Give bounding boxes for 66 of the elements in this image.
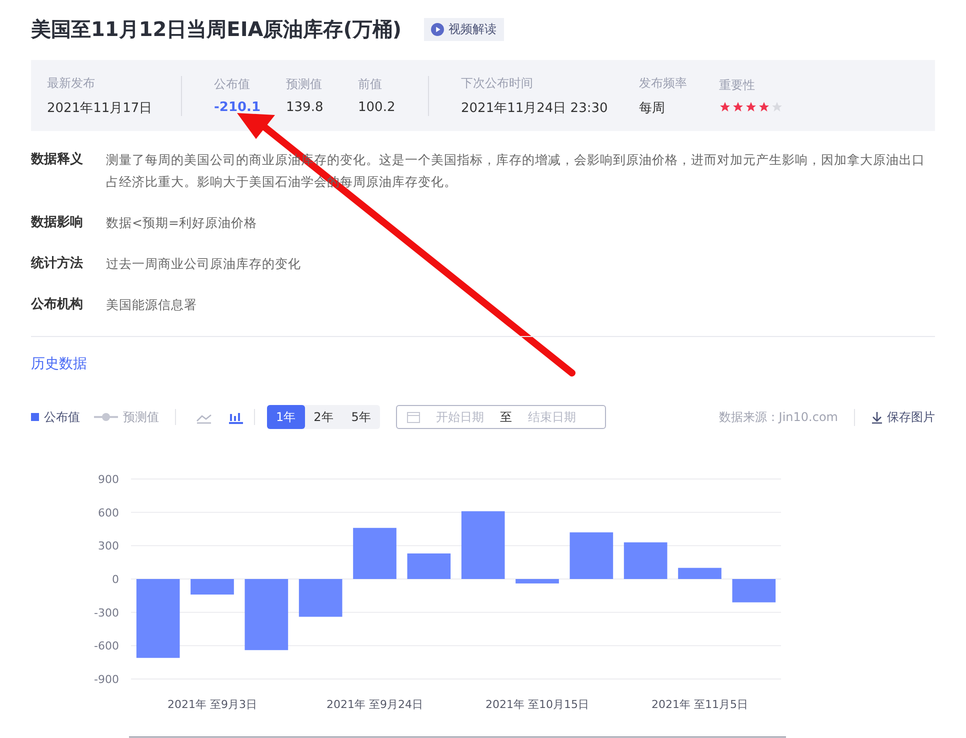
legend-item[interactable]: 公布值 [31, 408, 80, 426]
range-tab[interactable]: 2年 [304, 405, 342, 429]
detail-label: 统计方法 [31, 254, 84, 273]
axis-tick-label: 2021年 至9月24日 [326, 698, 423, 711]
detail-label: 公布机构 [31, 296, 84, 314]
video-button[interactable]: 视频解读 [424, 18, 504, 40]
axis-tick-label: 900 [98, 473, 119, 486]
field-label: 前值 [358, 76, 383, 93]
axis-tick-label: 2021年 至10月15日 [486, 698, 589, 711]
star-icon [719, 100, 731, 112]
star-icon [771, 100, 783, 112]
calendar-icon [406, 411, 420, 423]
axis-tick-label: 300 [98, 540, 119, 553]
star-icon [745, 100, 757, 112]
axis-tick-label: 2021年 至9月3日 [168, 698, 257, 711]
axis-tick-label: -600 [94, 640, 119, 653]
bar-chart-icon [228, 410, 244, 424]
chart-bar [190, 579, 234, 595]
chart-bar [624, 542, 668, 579]
chart-bar [678, 568, 722, 579]
download-icon [871, 410, 883, 424]
chart-bar [407, 553, 451, 579]
save-image-button[interactable]: 保存图片 [854, 408, 935, 426]
star-icon [732, 100, 744, 112]
data-source: 数据来源：Jin10.com [718, 408, 838, 426]
chart-bar [570, 532, 614, 579]
date-range-field[interactable]: 开始日期 至 结束日期 [396, 405, 606, 429]
range-tab[interactable]: 5年 [342, 405, 380, 429]
field-label: 最新发布 [47, 74, 96, 92]
field-value: 139.8 [286, 100, 324, 115]
field-label: 预测值 [286, 76, 323, 93]
start-date-placeholder: 开始日期 [436, 408, 484, 426]
field-value: 2021年11月24日 23:30 [461, 100, 609, 116]
chart-bar [244, 579, 288, 650]
detail-label: 数据影响 [31, 214, 84, 232]
square-icon [31, 413, 39, 421]
detail-text: 美国能源信息署 [106, 296, 197, 314]
field-value: -210.1 [214, 100, 262, 115]
chart-bar [732, 579, 776, 602]
field-value: 每周 [639, 100, 666, 116]
field-label: 公布值 [214, 76, 251, 93]
detail-text: 过去一周商业公司原油库存的变化 [106, 255, 301, 273]
range-tab[interactable]: 1年 [267, 405, 305, 429]
chart-bar [353, 528, 396, 579]
chart-bar [461, 511, 505, 579]
detail-text: 数据<预期=利好原油价格 [106, 214, 257, 232]
axis-tick-label: -300 [94, 606, 119, 620]
end-date-placeholder: 结束日期 [528, 408, 576, 426]
line-dot-icon [94, 413, 118, 421]
play-icon [430, 22, 444, 36]
field-label: 重要性 [719, 76, 756, 94]
history-link[interactable]: 历史数据 [31, 355, 935, 373]
axis-tick-label: 600 [98, 506, 119, 520]
axis-tick-label: 2021年 至11月5日 [652, 698, 748, 711]
date-separator: 至 [500, 408, 512, 426]
field-label: 发布频率 [639, 74, 688, 92]
detail-label: 数据释义 [31, 150, 84, 169]
field-value: 100.2 [358, 100, 396, 115]
chart-bar [298, 579, 342, 617]
axis-tick-label: -900 [94, 673, 119, 686]
chart-bar [516, 579, 559, 584]
star-icon [758, 100, 770, 112]
axis-tick-label: 0 [112, 573, 119, 586]
field-value: 2021年11月17日 [47, 100, 154, 116]
field-label: 下次公布时间 [461, 74, 534, 92]
page-title: 美国至11月12日当周EIA原油库存(万桶) [31, 16, 402, 42]
